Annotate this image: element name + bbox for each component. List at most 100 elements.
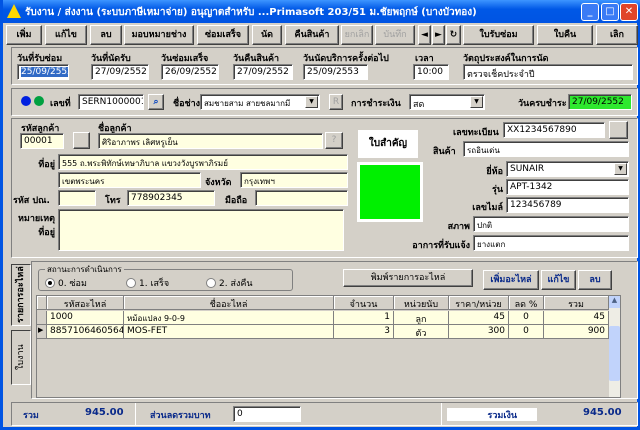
- chevron-down-icon[interactable]: ▼: [470, 96, 483, 108]
- edit-part-button[interactable]: แก้ไข: [541, 270, 576, 290]
- mobile-label: มือถือ: [225, 196, 248, 206]
- add-part-button[interactable]: เพิ่มอะไหล่: [483, 270, 539, 290]
- address-label: ที่อยู่: [38, 160, 55, 170]
- maximize-button[interactable]: □: [601, 3, 619, 21]
- status-group-label: สถานะการดำเนินการ: [45, 263, 124, 276]
- quit-button[interactable]: เลิก: [596, 25, 638, 45]
- next-service-input[interactable]: 25/09/2553: [303, 64, 368, 80]
- symptom-input[interactable]: ยางแตก: [473, 235, 629, 251]
- time-input[interactable]: 10:00: [413, 64, 449, 80]
- model-input[interactable]: APT-1342: [506, 179, 629, 195]
- zip-input[interactable]: [58, 190, 96, 206]
- mobile-input[interactable]: [255, 190, 348, 206]
- col-total[interactable]: รวม: [544, 296, 609, 310]
- refresh-button[interactable]: ↻: [446, 25, 461, 45]
- next-button[interactable]: ►: [432, 25, 445, 45]
- status-option-returned[interactable]: 2. ส่งคืน: [206, 276, 253, 290]
- tab-worksheet[interactable]: ใบงาน: [11, 330, 31, 385]
- close-button[interactable]: ✕: [620, 3, 638, 21]
- chevron-down-icon[interactable]: ▼: [614, 163, 627, 175]
- reg-input[interactable]: XX1234567890: [503, 122, 605, 138]
- phone-label: โทร: [105, 196, 121, 206]
- customer-code-input[interactable]: 00001: [20, 133, 64, 149]
- total-label: รวมเงิน: [447, 408, 537, 421]
- help-button[interactable]: ?: [325, 132, 343, 149]
- col-qty[interactable]: จำนวน: [334, 296, 394, 310]
- payment-select[interactable]: สด: [413, 100, 424, 109]
- note-address-label: ที่อยู่: [38, 228, 55, 238]
- tab-parts[interactable]: รายการอะไหล่: [11, 264, 31, 326]
- repair-done-button[interactable]: ซ่อมเสร็จ: [197, 25, 249, 45]
- tech-extra-button[interactable]: R: [329, 94, 343, 110]
- search-icon[interactable]: ⌕: [148, 94, 164, 110]
- repaired-date-input[interactable]: 26/09/2552: [161, 64, 219, 80]
- status-option-repair[interactable]: 0. ซ่อม: [45, 276, 87, 290]
- sum-value: 945.00: [85, 407, 124, 418]
- address1-input[interactable]: 555 ถ.พระพิทักษ์เทษาภิบาล แขวงวังบูรพาภิ…: [58, 154, 348, 170]
- payment-label: การชำระเงิน: [351, 99, 401, 109]
- returned-date-input[interactable]: 27/09/2552: [233, 64, 293, 80]
- pickup-date-input[interactable]: 27/09/2552: [91, 64, 149, 80]
- condition-label: สภาพ: [447, 222, 470, 232]
- assign-tech-button[interactable]: มอบหมายช่าง: [124, 25, 194, 45]
- scroll-thumb: [609, 326, 620, 381]
- parts-grid: รหัสอะไหล่ ชื่ออะไหล่ จำนวน หน่วยนับ ราค…: [36, 295, 621, 398]
- phone-input[interactable]: 778902345: [127, 190, 215, 206]
- mileage-label: เลขไมล์: [472, 203, 503, 213]
- brand-select[interactable]: SUNAIR: [510, 164, 544, 174]
- due-date-input[interactable]: 27/09/2552: [568, 94, 632, 110]
- discount-input[interactable]: 0: [233, 406, 301, 422]
- save-button[interactable]: บันทึก: [375, 25, 415, 45]
- address2-input[interactable]: เขตพระนคร: [58, 172, 201, 188]
- tech-select[interactable]: สมชายสาม สายชลมากมี: [204, 99, 290, 108]
- col-part-name[interactable]: ชื่ออะไหล่: [124, 296, 334, 310]
- cancel-button[interactable]: ยกเลิก: [341, 25, 373, 45]
- brand-label: ยี่ห้อ: [486, 167, 503, 177]
- reg-lookup-button[interactable]: [609, 121, 628, 139]
- reg-label: เลขทะเบียน: [453, 128, 499, 138]
- col-discount[interactable]: ลด %: [509, 296, 544, 310]
- note-textarea[interactable]: [58, 209, 344, 251]
- received-date-input[interactable]: 25/09/2552: [21, 67, 68, 77]
- edit-button[interactable]: แก้ไข: [45, 25, 87, 45]
- return-goods-button[interactable]: คืนสินค้า: [285, 25, 339, 45]
- window-title: รับงาน / ส่งงาน (ระบบภาษีเหมาจ่าย) อนุญา…: [25, 7, 477, 18]
- job-number-input[interactable]: SERN1000001: [78, 94, 144, 110]
- symptom-label: อาการที่รับแจ้ง: [412, 241, 470, 251]
- note-label: หมายเหตุ: [17, 214, 55, 224]
- scroll-up-icon: ▲: [609, 296, 620, 308]
- important-label: ใบสำคัญ: [358, 130, 418, 158]
- table-row[interactable]: 1000 หม้อแปลง 9-0-9 1 ลูก 45 0 45: [37, 311, 609, 325]
- status-option-done[interactable]: 1. เสร็จ: [126, 276, 169, 290]
- item-input[interactable]: รถอินเด่น: [463, 141, 629, 157]
- purpose-input[interactable]: ตรวจเช็คประจำปี: [463, 64, 633, 80]
- add-button[interactable]: เพิ่ม: [6, 25, 42, 45]
- repair-receipt-button[interactable]: ใบรับซ่อม: [463, 25, 534, 45]
- province-input[interactable]: กรุงเทพฯ: [240, 172, 348, 188]
- returned-date-label: วันคืนสินค้า: [233, 54, 280, 64]
- green-status-icon: [34, 96, 44, 106]
- condition-input[interactable]: ปกติ: [473, 216, 629, 232]
- appointment-button[interactable]: นัด: [252, 25, 282, 45]
- chevron-down-icon[interactable]: ▼: [305, 96, 318, 108]
- status-color-box: [357, 162, 423, 222]
- minimize-button[interactable]: _: [581, 3, 599, 21]
- return-receipt-button[interactable]: ใบคืน: [537, 25, 593, 45]
- prev-button[interactable]: ◄: [418, 25, 431, 45]
- col-part-code[interactable]: รหัสอะไหล่: [47, 296, 124, 310]
- next-service-label: วันนัดบริการครั้งต่อไป: [303, 54, 389, 64]
- grid-scrollbar[interactable]: ▲: [609, 296, 620, 397]
- customer-name-input[interactable]: ศิริอาภาพร เลิศหรูเย็น: [98, 133, 323, 149]
- mileage-input[interactable]: 123456789: [506, 197, 629, 213]
- delete-button[interactable]: ลบ: [90, 25, 122, 45]
- job-number-label: เลขที่: [50, 99, 71, 109]
- col-price[interactable]: ราคา/หน่วย: [449, 296, 509, 310]
- main-window: รับงาน / ส่งงาน (ระบบภาษีเหมาจ่าย) อนุญา…: [0, 0, 640, 430]
- discount-label: ส่วนลดรวมบาท: [150, 411, 211, 421]
- blue-status-icon: [21, 96, 31, 106]
- customer-lookup-button[interactable]: [73, 132, 90, 149]
- delete-part-button[interactable]: ลบ: [578, 270, 612, 290]
- col-unit[interactable]: หน่วยนับ: [394, 296, 449, 310]
- table-row[interactable]: ▶ 8857106460564 MOS-FET 3 ตัว 300 0 900: [37, 325, 609, 339]
- print-parts-button[interactable]: พิมพ์รายการอะไหล่: [343, 269, 473, 287]
